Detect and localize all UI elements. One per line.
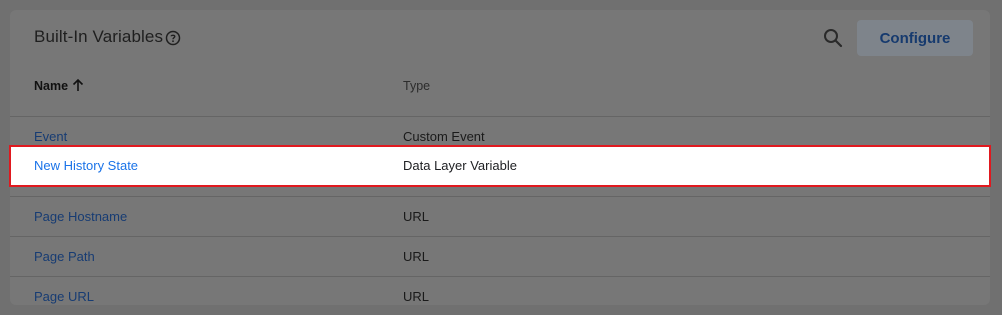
variable-name-link[interactable]: Page Hostname: [34, 197, 127, 237]
variable-name-link[interactable]: New History State: [34, 146, 138, 186]
arrow-up-icon: [72, 78, 84, 91]
card-header: Built-In Variables Configure: [10, 10, 990, 66]
variable-type: URL: [403, 289, 430, 304]
card-title: Built-In Variables: [34, 27, 164, 46]
column-header-name[interactable]: Name: [34, 66, 84, 106]
table-row[interactable]: Page Hostname URL: [10, 196, 990, 236]
variable-type: Data Layer Variable: [403, 158, 517, 173]
help-circle-icon[interactable]: [165, 30, 181, 46]
table-row[interactable]: Page URL URL: [10, 276, 990, 305]
search-icon[interactable]: [822, 27, 844, 49]
table-row[interactable]: Page Path URL: [10, 236, 990, 276]
variable-type: URL: [403, 249, 430, 264]
table-header-row: Name Type: [10, 66, 990, 106]
column-header-type[interactable]: Type: [403, 66, 430, 106]
highlighted-table-row[interactable]: New History State Data Layer Variable: [9, 145, 991, 187]
variable-name-link[interactable]: Page Path: [34, 237, 95, 277]
variable-type: URL: [403, 209, 430, 224]
variable-name-link[interactable]: Page URL: [34, 277, 94, 305]
column-header-name-label: Name: [34, 79, 69, 93]
configure-button[interactable]: Configure: [857, 20, 973, 56]
